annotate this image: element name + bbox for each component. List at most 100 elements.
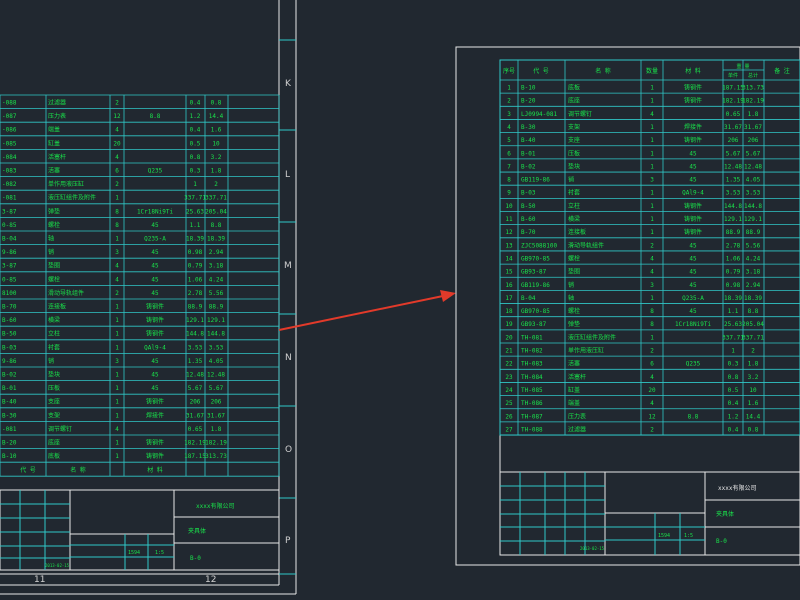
left-table-cell: 88.9 — [209, 304, 224, 311]
left-table-cell: 1.6 — [211, 127, 222, 134]
right-date: 2013-02-15 — [580, 546, 605, 551]
right-table-cell: 88.9 — [726, 229, 741, 236]
right-header-cell: 序号 — [503, 67, 515, 75]
left-table-cell: 1 — [115, 372, 119, 379]
right-table-cell: 45 — [689, 177, 697, 184]
left-table-cell: 12.48 — [186, 372, 204, 379]
right-table-cell: GB970-85 — [521, 255, 550, 262]
right-table-cell: TH-085 — [521, 387, 543, 394]
right-table-cell: 底板 — [568, 84, 580, 92]
left-table-cell: -088 — [2, 100, 17, 107]
right-table-cell: 1.1 — [728, 308, 739, 315]
right-table-cell: 螺栓 — [568, 307, 580, 315]
right-table-cell: 垫块 — [568, 162, 580, 170]
right-table-cell: 5 — [507, 137, 511, 144]
right-scale: 1:5 — [684, 533, 693, 539]
left-table-cell: 支架 — [48, 411, 60, 419]
right-header-cell: 重 量 — [736, 63, 749, 70]
right-table-cell: 23 — [505, 374, 513, 381]
right-table-cell: 1 — [731, 348, 735, 355]
left-table-cell: 弹垫 — [48, 207, 60, 215]
left-table-cell: 2 — [115, 181, 119, 188]
left-table-cell: 4 — [115, 426, 119, 433]
cad-drawing-canvas[interactable]: K L M N O P 11 12 -088 过滤器 2 0.4 0.8-087 压力表 1… — [0, 0, 800, 600]
right-table-cell: 4.24 — [746, 255, 761, 262]
right-table-cell: 129.1 — [744, 216, 762, 223]
left-table-cell: 铸钢件 — [146, 316, 164, 324]
right-table-cell: 4 — [650, 111, 654, 118]
right-drawing-sheet: 序号 代 号 名 称 数量 材 料 备 注单件 总计 重 量 1 B-10 底板 1 铸钢件 187.15… — [455, 46, 800, 566]
right-table-cell: 9 — [507, 190, 511, 197]
left-table-cell: 187.15 — [184, 453, 206, 460]
right-table-cell: 铸钢件 — [684, 136, 702, 144]
right-table-cell: 0.8 — [728, 374, 739, 381]
left-table-cell: 337.71 — [184, 195, 206, 202]
left-table-cell: 1.8 — [211, 426, 222, 433]
right-table-cell: 187.15 — [722, 85, 744, 92]
left-table-cell: 垫块 — [48, 371, 60, 379]
right-table-cell: 5.67 — [726, 150, 741, 157]
right-table-cell: 16 — [505, 282, 513, 289]
zone-label-M: M — [284, 261, 292, 271]
left-table-cell: 螺栓 — [48, 275, 60, 283]
right-table-cell: 45 — [689, 308, 697, 315]
left-table-cell: 1Cr18Ni9Ti — [137, 208, 174, 215]
left-table-cell: 铸钢件 — [146, 452, 164, 460]
right-table-cell: 31.67 — [724, 124, 742, 131]
left-table-cell: 支座 — [48, 398, 60, 406]
left-table-cell: 底板 — [48, 452, 60, 460]
left-table-cell: -085 — [2, 140, 17, 147]
right-table-cell: B-20 — [521, 98, 536, 105]
left-table-cell: 4.24 — [209, 276, 224, 283]
right-table-cell: 铸钢件 — [684, 97, 702, 105]
left-table-cell: 1 — [115, 399, 119, 406]
right-table-cell: 2 — [507, 98, 511, 105]
right-table-cell: 0.4 — [728, 400, 739, 407]
right-table-cell: TH-083 — [521, 361, 543, 368]
left-table-cell: 31.67 — [207, 412, 225, 419]
right-table-cell: TH-081 — [521, 334, 543, 341]
right-table-cell: 1 — [650, 150, 654, 157]
left-table-cell: 8100 — [2, 290, 17, 297]
left-header-cell: 材 料 — [147, 466, 163, 474]
right-table-cell: 10 — [749, 387, 757, 394]
left-table-cell: 45 — [151, 290, 159, 297]
right-table-cell: 12.48 — [724, 163, 742, 170]
right-header-cell: 代 号 — [533, 67, 549, 75]
left-table-cell: 1 — [115, 317, 119, 324]
left-table-cell: 0.65 — [188, 426, 203, 433]
right-table-cell: 3.53 — [746, 190, 761, 197]
right-table-cell: 1 — [650, 98, 654, 105]
right-table-cell: TH-088 — [521, 426, 543, 433]
right-table-cell: 21 — [505, 348, 513, 355]
right-table-cell: 206 — [728, 137, 739, 144]
right-table-cell: 0.4 — [728, 426, 739, 433]
left-table-cell: 铸钢件 — [146, 398, 164, 406]
right-table-cell: B-03 — [521, 190, 536, 197]
right-table-cell: 20 — [648, 387, 656, 394]
left-table-cell: 12.48 — [207, 372, 225, 379]
left-table-cell: 8 — [115, 208, 119, 215]
left-table-cell: 3-87 — [2, 208, 17, 215]
right-table-cell: 支座 — [568, 136, 580, 144]
zone-label-11: 11 — [34, 575, 45, 585]
right-header-cell: 材 料 — [685, 67, 701, 75]
right-table-cell: 1 — [650, 295, 654, 302]
right-table-cell: 4 — [507, 124, 511, 131]
right-header-cell: 名 称 — [595, 67, 611, 75]
left-drawing-name: 夹具体 — [188, 527, 206, 535]
right-table-cell: 31.67 — [744, 124, 762, 131]
left-table-cell: 立柱 — [48, 330, 60, 338]
right-table-cell: 2 — [650, 242, 654, 249]
right-table-cell: 1.35 — [726, 177, 741, 184]
left-table-cell: 0-85 — [2, 222, 17, 229]
right-table-cell: 3.53 — [726, 190, 741, 197]
left-table-cell: 8.8 — [211, 222, 222, 229]
left-table-cell: B-30 — [2, 412, 17, 419]
right-table-cell: 14 — [505, 255, 513, 262]
right-table-cell: 4 — [650, 400, 654, 407]
right-table-cell: QAl9-4 — [682, 190, 704, 197]
right-table-cell: 14.4 — [746, 413, 761, 420]
right-table-cell: 11 — [505, 216, 513, 223]
right-table-cell: 液压缸组件及附件 — [568, 333, 616, 341]
